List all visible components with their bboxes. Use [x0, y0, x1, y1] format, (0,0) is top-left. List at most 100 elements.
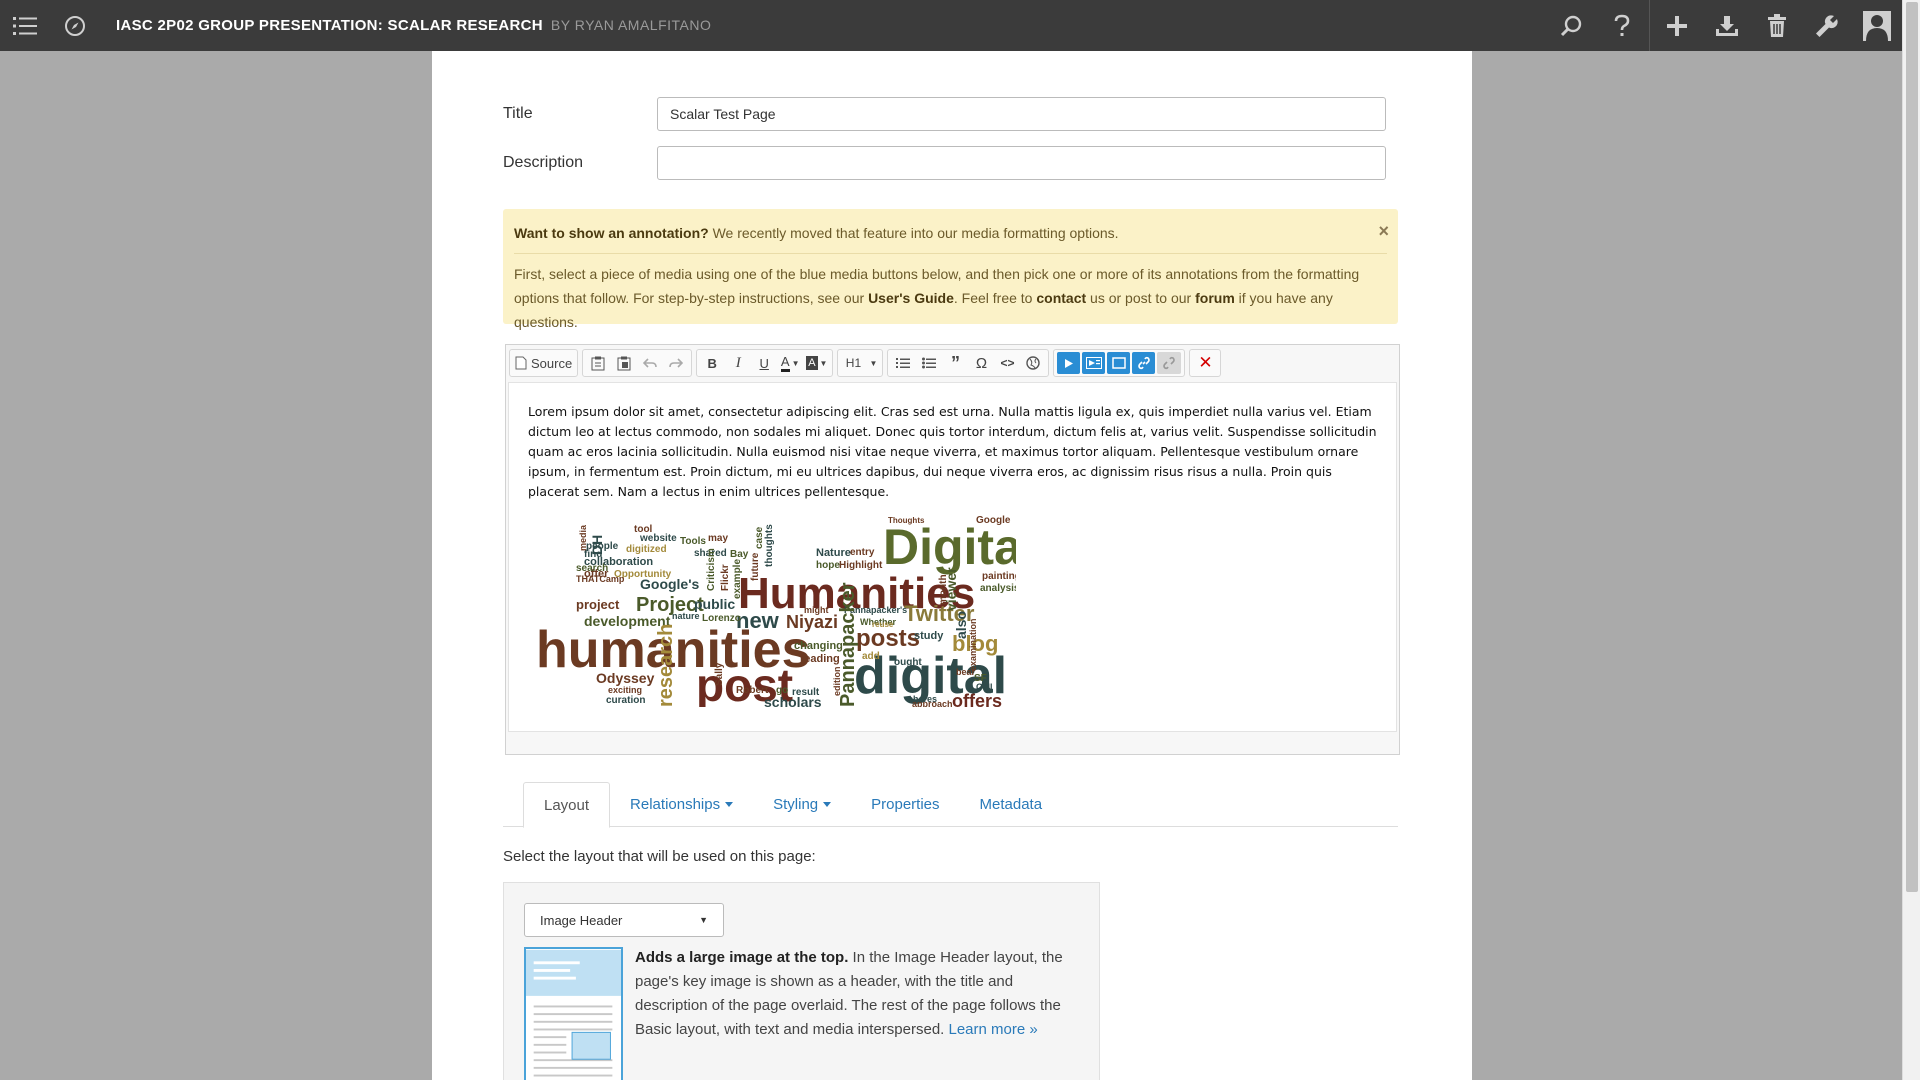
- bold-icon[interactable]: B: [700, 352, 724, 374]
- book-title-block[interactable]: IASC 2P02 GROUP PRESENTATION: SCALAR RES…: [116, 17, 711, 34]
- tab-styling[interactable]: Styling: [753, 782, 851, 827]
- unlink-icon[interactable]: [1157, 352, 1182, 374]
- compass-icon[interactable]: [50, 0, 100, 51]
- code-icon[interactable]: <>: [995, 352, 1019, 374]
- insert-widget-icon[interactable]: [1107, 352, 1131, 374]
- paste-word-icon[interactable]: [612, 352, 636, 374]
- word-cloud-word: Criticism: [706, 548, 717, 591]
- word-cloud-word: SF: [974, 673, 987, 684]
- remove-format-icon[interactable]: ✕: [1193, 352, 1217, 374]
- bulleted-list-icon[interactable]: [917, 352, 941, 374]
- page-settings-tabs: Layout Relationships Styling Properties …: [503, 782, 1398, 828]
- menu-icon[interactable]: [0, 0, 50, 51]
- alert-heading-rest: We recently moved that feature into our …: [708, 225, 1119, 241]
- word-cloud-image[interactable]: Digital Humanities humanities post digit…: [536, 511, 1016, 707]
- user-icon[interactable]: [1852, 0, 1902, 51]
- insert-inline-media-icon[interactable]: [1082, 352, 1106, 374]
- editor-body-text[interactable]: Lorem ipsum dolor sit amet, consectetur …: [509, 383, 1396, 502]
- word-cloud-word: painting: [982, 571, 1016, 582]
- word-cloud-word: examination: [968, 618, 978, 671]
- insert-link-icon[interactable]: [1132, 352, 1156, 374]
- word-cloud-word: month: [938, 574, 949, 605]
- insert-media-link-icon[interactable]: [1057, 352, 1081, 374]
- layout-select[interactable]: Image Header ▼: [524, 903, 724, 937]
- word-cloud-word: entry: [850, 547, 875, 558]
- tab-metadata[interactable]: Metadata: [960, 782, 1063, 827]
- byline: BY RYAN AMALFITANO: [550, 17, 712, 33]
- word-cloud-word: future: [750, 552, 761, 581]
- word-cloud-word: Robert: [736, 685, 769, 696]
- undo-icon[interactable]: [638, 352, 662, 374]
- edit-page-panel: Title Scalar Test Page Description × Wan…: [432, 51, 1472, 1080]
- word-cloud-word: curation: [606, 695, 645, 706]
- redo-icon[interactable]: [664, 352, 688, 374]
- italic-icon[interactable]: I: [726, 352, 750, 374]
- underline-icon[interactable]: U: [752, 352, 776, 374]
- word-cloud-word: Google: [976, 515, 1011, 526]
- source-button[interactable]: Source: [513, 352, 574, 374]
- word-cloud-word: Sally: [714, 662, 725, 686]
- plus-icon[interactable]: [1652, 0, 1702, 51]
- paste-text-icon[interactable]: [586, 352, 610, 374]
- media-group: [1053, 349, 1186, 377]
- wrench-icon[interactable]: [1802, 0, 1852, 51]
- word-cloud-word: Digital: [883, 519, 1016, 575]
- caret-down-icon: [823, 802, 832, 807]
- description-input[interactable]: [657, 146, 1386, 180]
- tab-properties[interactable]: Properties: [851, 782, 959, 827]
- learn-more-link[interactable]: Learn more »: [949, 1021, 1038, 1038]
- word-cloud-word: exciting: [608, 685, 642, 695]
- numbered-list-icon[interactable]: [891, 352, 915, 374]
- tab-relationships[interactable]: Relationships: [610, 782, 753, 827]
- word-cloud-word: result: [792, 687, 820, 698]
- special-character-icon[interactable]: Ω: [969, 352, 993, 374]
- word-cloud-word: go: [776, 685, 788, 696]
- scrollbar-thumb[interactable]: [1906, 2, 1918, 892]
- tab-relationships-label: Relationships: [630, 796, 721, 813]
- blockquote-icon[interactable]: ”: [943, 352, 967, 374]
- search-icon[interactable]: [1547, 0, 1597, 51]
- close-icon[interactable]: ×: [1378, 219, 1389, 243]
- word-cloud-word: case: [754, 526, 765, 549]
- word-cloud-word: new: [736, 608, 780, 633]
- remove-group: ✕: [1189, 349, 1222, 377]
- contact-link[interactable]: contact: [1036, 290, 1086, 306]
- word-cloud-word: search: [576, 563, 608, 574]
- text-color-icon[interactable]: A ▼: [778, 352, 802, 374]
- format-dropdown[interactable]: H1 ▼: [837, 349, 884, 377]
- word-cloud-word: offers: [952, 691, 1002, 707]
- word-cloud-word: Tools: [680, 536, 706, 547]
- page-scrollbar[interactable]: [1902, 0, 1920, 1080]
- top-navbar: IASC 2P02 GROUP PRESENTATION: SCALAR RES…: [0, 0, 1902, 51]
- word-cloud-word: thoughts: [764, 524, 775, 567]
- source-group: Source: [509, 349, 579, 377]
- document-icon: [515, 356, 527, 370]
- globe-icon[interactable]: [1021, 352, 1045, 374]
- text-style-group: B I U A ▼ A ▼: [696, 349, 834, 377]
- topbar-right-tools: [1547, 0, 1902, 51]
- alert-divider: [514, 253, 1387, 254]
- annotation-alert: × Want to show an annotation? We recentl…: [503, 209, 1398, 330]
- trash-icon[interactable]: [1752, 0, 1802, 51]
- word-cloud-word: add: [862, 651, 880, 662]
- forum-link[interactable]: forum: [1195, 290, 1235, 306]
- editor-toolbar: Source B I U A ▼ A ▼ H1 ▼ ” Ω <> ✕: [506, 345, 1399, 381]
- title-input[interactable]: Scalar Test Page: [657, 97, 1386, 131]
- users-guide-link[interactable]: User's Guide: [868, 290, 954, 306]
- word-cloud-word: ought: [894, 657, 922, 668]
- word-cloud-word: research: [655, 624, 677, 707]
- description-row: Description: [503, 146, 1403, 180]
- download-icon[interactable]: [1702, 0, 1752, 51]
- word-cloud-word: may: [708, 533, 728, 544]
- editor-content-area[interactable]: Lorem ipsum dolor sit amet, consectetur …: [508, 382, 1397, 732]
- help-icon[interactable]: [1597, 0, 1647, 51]
- background-color-icon[interactable]: A ▼: [804, 352, 829, 374]
- layout-panel: Image Header ▼ Adds a large image at the…: [503, 882, 1100, 1080]
- word-cloud-word: changing: [794, 640, 843, 652]
- word-cloud-word: THATCamp: [576, 574, 625, 584]
- word-cloud-word: digitized: [626, 544, 667, 555]
- word-cloud-word: might: [804, 605, 829, 615]
- tab-layout[interactable]: Layout: [523, 782, 611, 828]
- book-title[interactable]: IASC 2P02 GROUP PRESENTATION: SCALAR RES…: [116, 17, 543, 34]
- word-cloud-word: media: [578, 524, 588, 551]
